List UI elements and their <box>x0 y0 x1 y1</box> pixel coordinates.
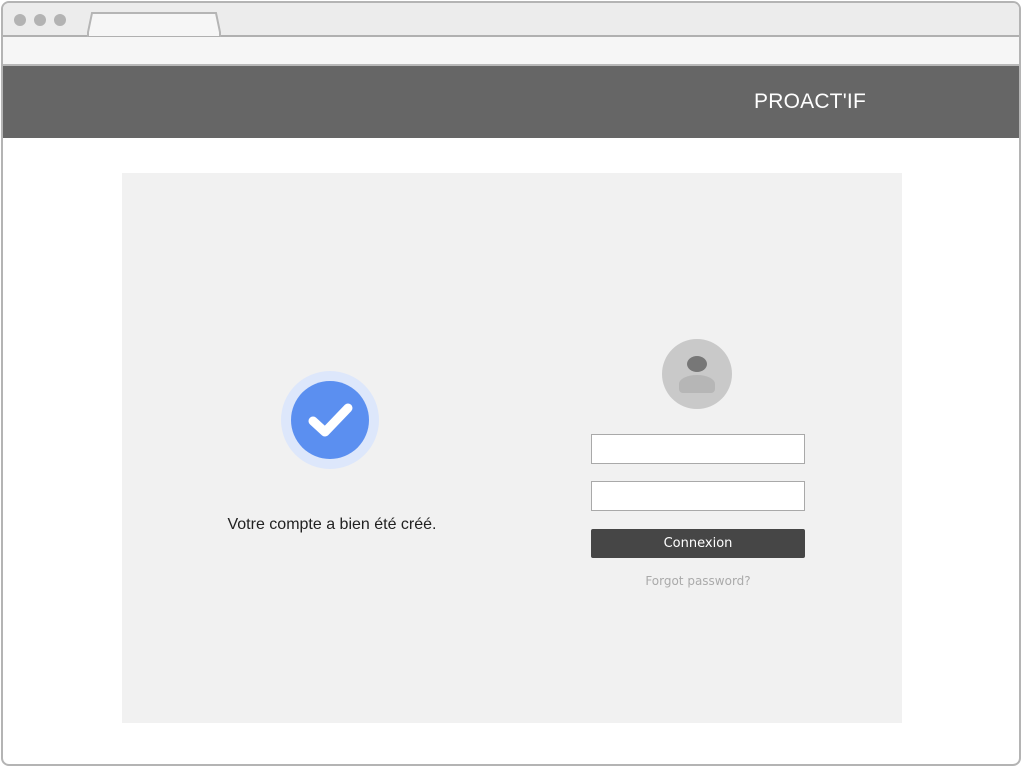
main-panel: Votre compte a bien été créé. Connexion … <box>122 173 902 723</box>
window-close-dot[interactable] <box>14 14 26 26</box>
forgot-password-link[interactable]: Forgot password? <box>591 574 805 588</box>
site-header: PROACT'IF <box>3 66 1019 138</box>
connexion-button[interactable]: Connexion <box>591 529 805 558</box>
password-field[interactable] <box>591 481 805 511</box>
window-maximize-dot[interactable] <box>54 14 66 26</box>
user-avatar-icon <box>662 339 732 409</box>
username-field[interactable] <box>591 434 805 464</box>
address-bar[interactable] <box>3 37 1019 66</box>
browser-tab-bar <box>3 3 1019 37</box>
browser-tab[interactable] <box>87 12 221 36</box>
success-message: Votre compte a bien été créé. <box>227 516 437 533</box>
check-circle-icon <box>281 371 379 469</box>
window-minimize-dot[interactable] <box>34 14 46 26</box>
brand-logo-text[interactable]: PROACT'IF <box>754 90 866 114</box>
browser-window: PROACT'IF Votre compte a bien été créé. … <box>1 1 1021 766</box>
